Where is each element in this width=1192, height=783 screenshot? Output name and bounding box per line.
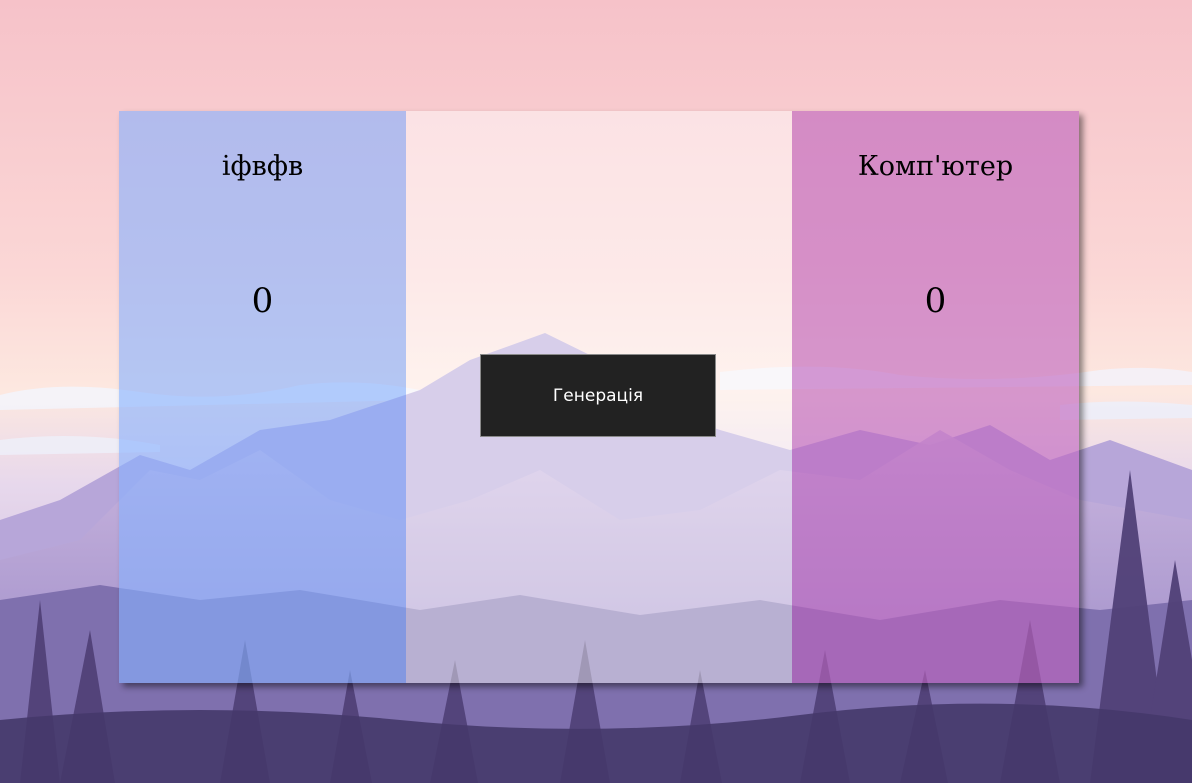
score-board: іфвфв 0 Генерація Комп'ютер 0 [119,111,1079,683]
player-score: 0 [251,281,274,321]
computer-score: 0 [924,281,947,321]
center-panel: Генерація [406,111,792,683]
computer-panel: Комп'ютер 0 [792,111,1079,683]
player-panel: іфвфв 0 [119,111,406,683]
generate-button[interactable]: Генерація [480,354,716,437]
player-name: іфвфв [221,151,304,182]
computer-name: Комп'ютер [857,151,1014,182]
